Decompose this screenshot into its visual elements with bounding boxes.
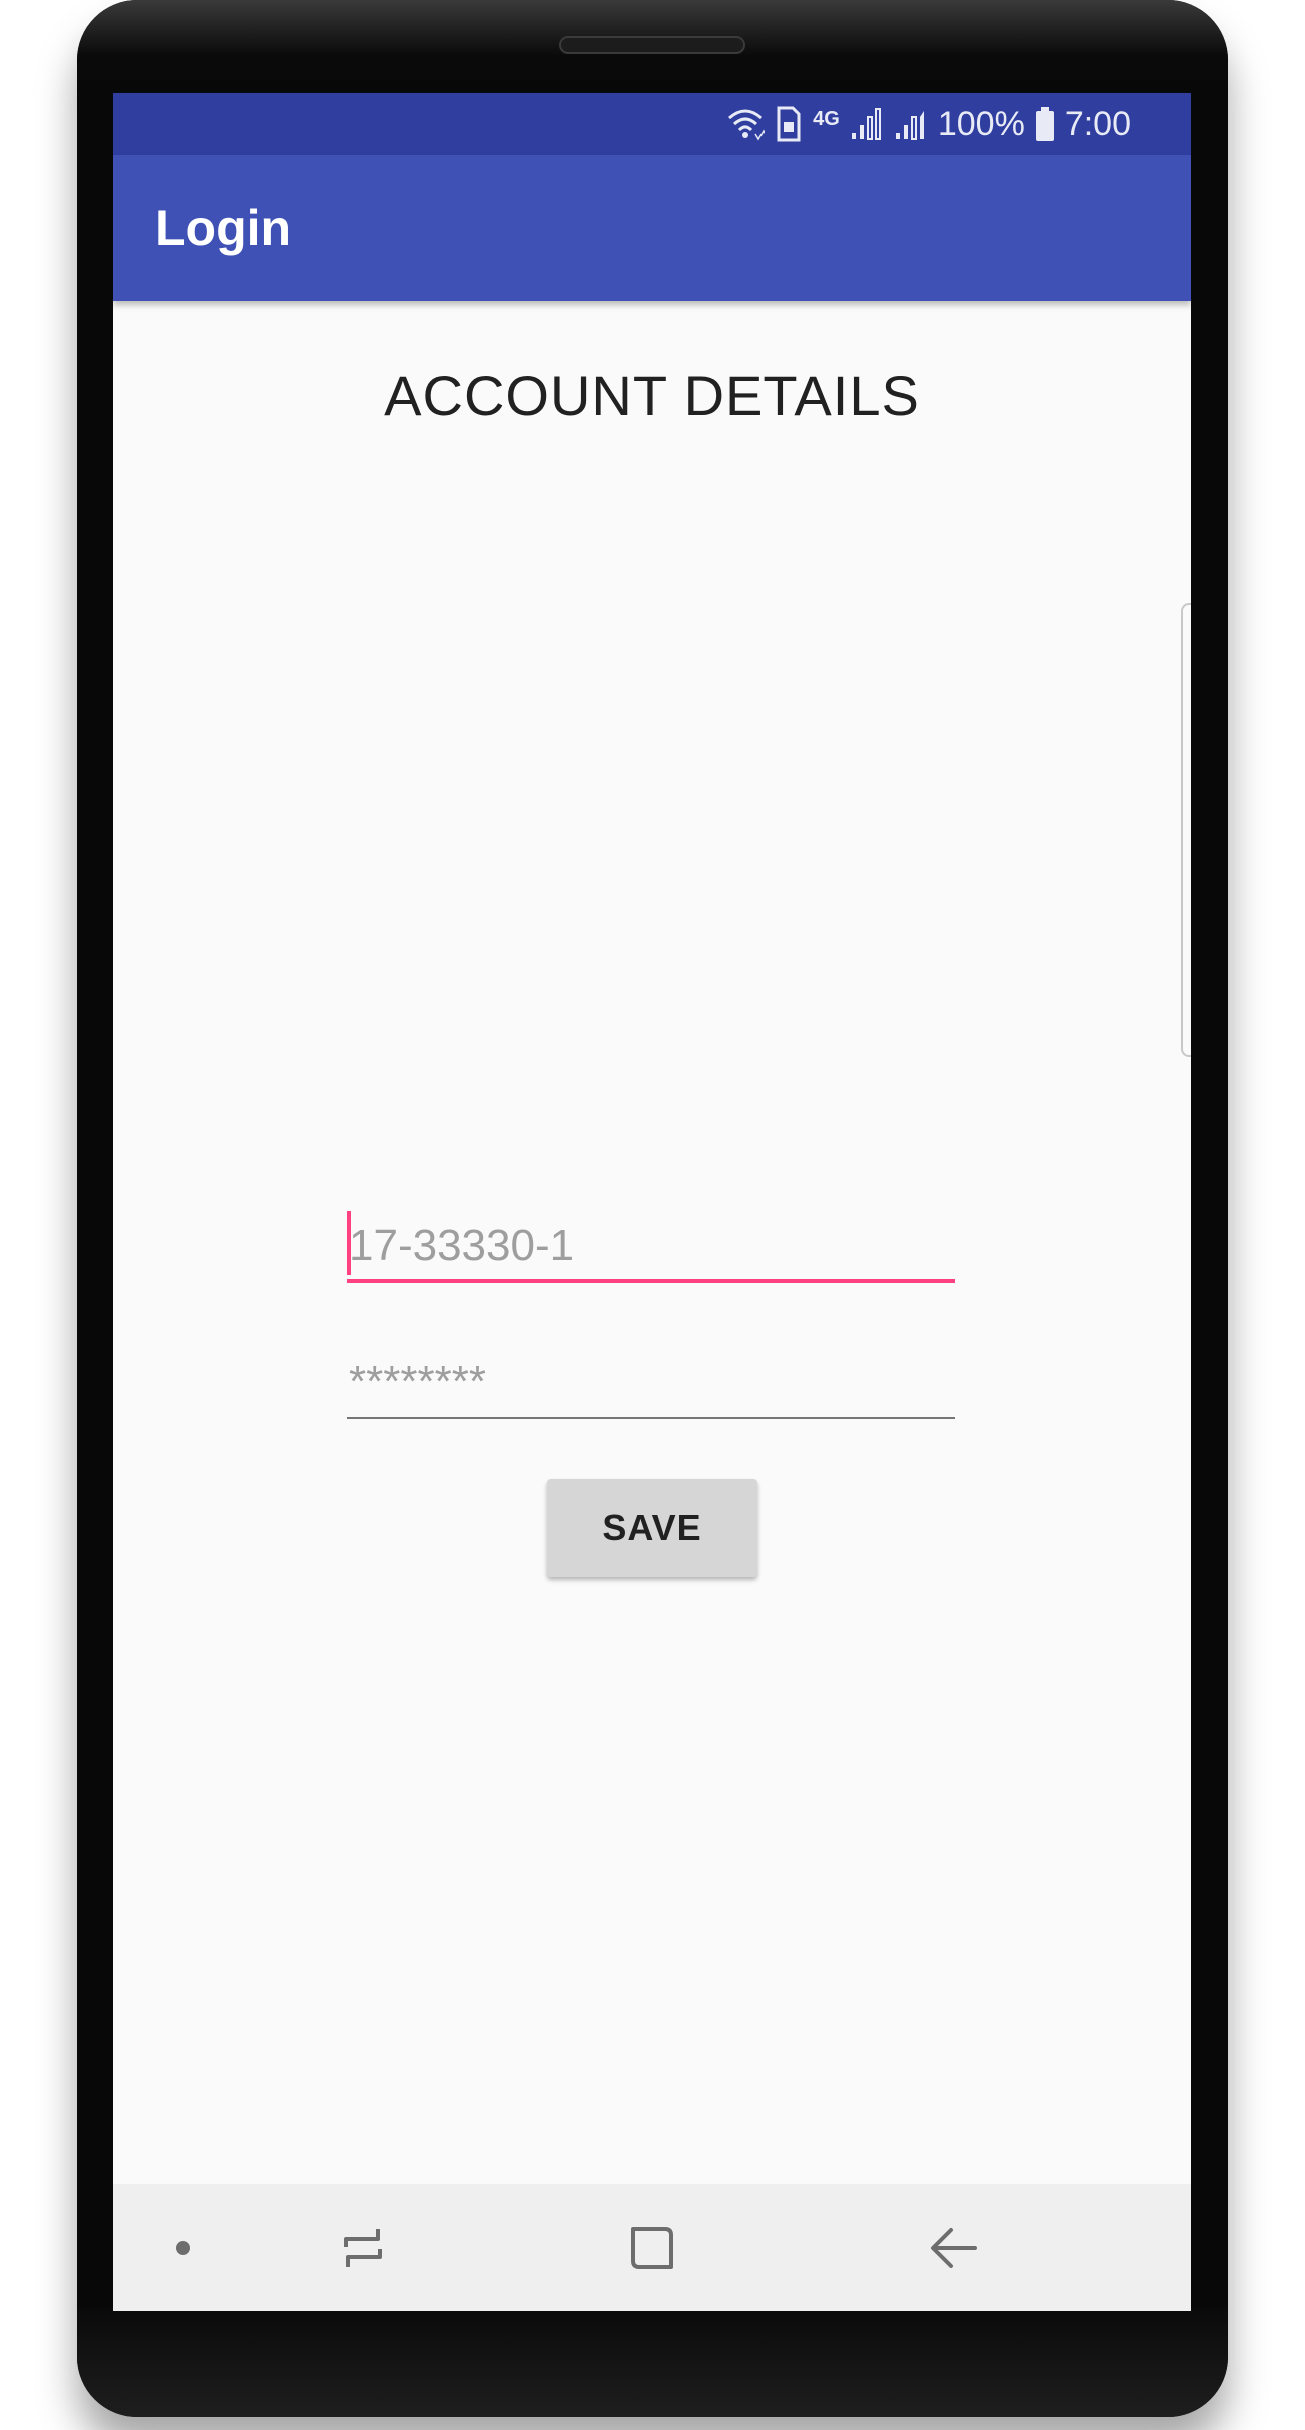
password-field-underline	[347, 1417, 955, 1419]
status-time: 7:00	[1064, 104, 1131, 143]
battery-icon	[1035, 107, 1055, 141]
page-heading: ACCOUNT DETAILS	[384, 364, 920, 427]
id-field-placeholder: 17-33330-1	[349, 1221, 575, 1270]
status-icons: 4G 100% 7:00	[725, 93, 1131, 155]
4g-icon: 4G	[813, 107, 840, 130]
navigation-bar	[113, 2184, 1191, 2311]
edge-panel-handle[interactable]	[1181, 603, 1191, 1057]
recent-apps-icon[interactable]	[303, 2184, 423, 2311]
app-bar: Login	[113, 155, 1191, 301]
status-bar: 4G 100% 7:00	[113, 93, 1191, 155]
app-title: Login	[155, 200, 292, 256]
signal-icon	[894, 107, 928, 141]
phone-chin	[77, 2307, 1228, 2417]
dot-icon[interactable]	[153, 2184, 213, 2311]
id-field-underline	[347, 1279, 955, 1283]
back-icon[interactable]	[894, 2184, 1014, 2311]
speaker-grille	[559, 36, 745, 54]
id-field[interactable]: 17-33330-1	[347, 1211, 955, 1283]
home-icon[interactable]	[592, 2184, 712, 2311]
wifi-icon	[725, 106, 766, 142]
password-field[interactable]: ********	[347, 1347, 955, 1419]
save-button[interactable]: SAVE	[547, 1479, 757, 1577]
password-field-placeholder: ********	[349, 1357, 486, 1406]
screen: 4G 100% 7:00 Login ACCOUNT DETAILS 17-33…	[113, 93, 1191, 2311]
battery-text: 100%	[937, 104, 1025, 143]
sim-icon	[775, 106, 803, 142]
signal-icon	[850, 107, 884, 141]
